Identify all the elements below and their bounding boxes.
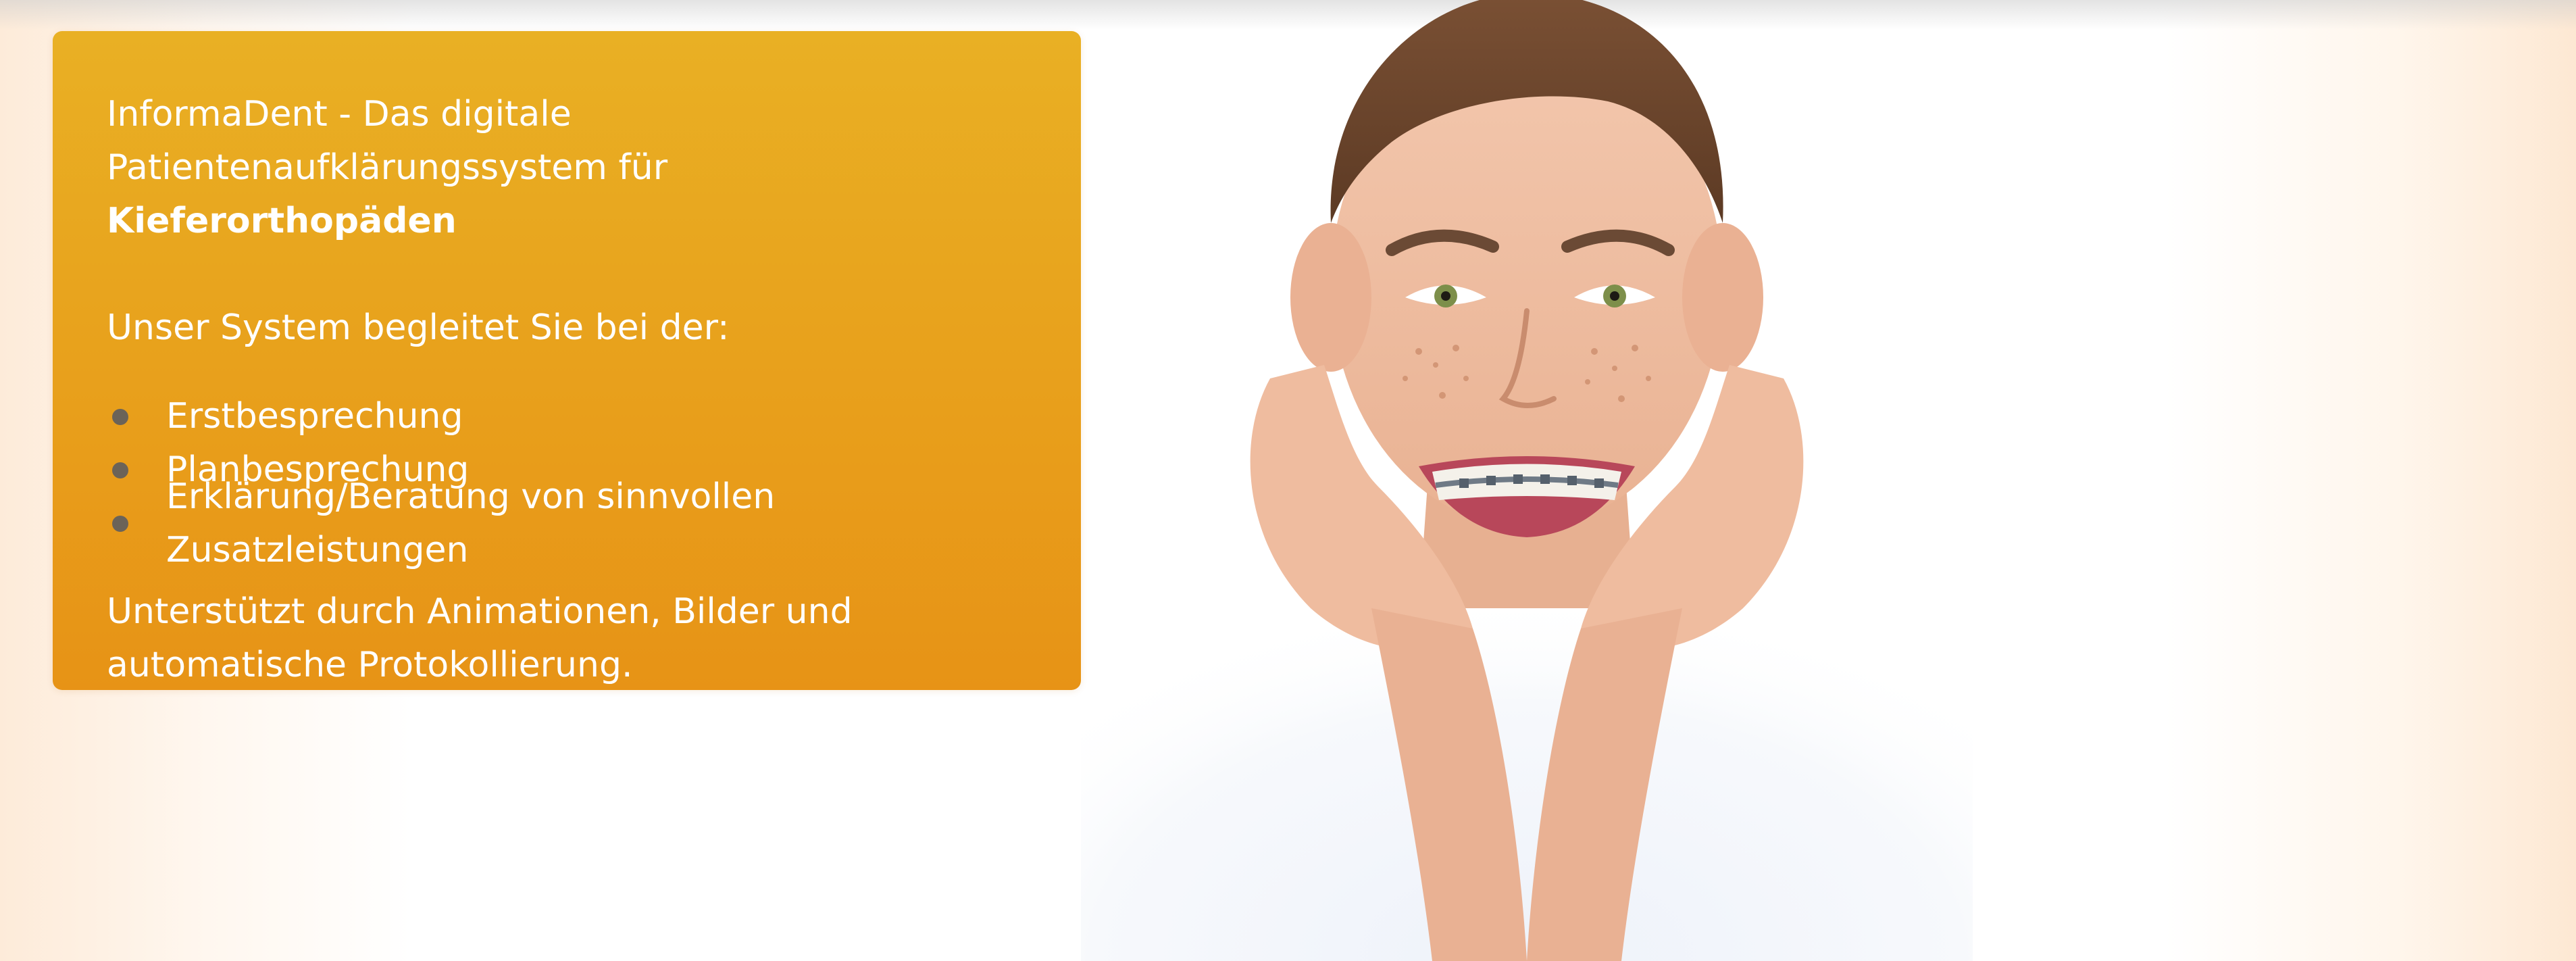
intro-highlight: Kieferorthopäden xyxy=(107,201,457,241)
list-item: Erklärung/Beratung von sinnvollen Zusatz… xyxy=(107,476,1027,570)
intro-text: InformaDent - Das digitale Patientenaufk… xyxy=(107,88,1027,248)
feature-list: Erstbesprechung Planbesprechung Erklärun… xyxy=(107,390,1027,570)
outro-line-1: Unterstützt durch Animationen, Bilder un… xyxy=(107,591,853,632)
lead-text: Unser System begleitet Sie bei der: xyxy=(107,307,730,348)
bullet-icon xyxy=(112,515,128,532)
bullet-icon xyxy=(112,408,128,425)
info-card: InformaDent - Das digitale Patientenaufk… xyxy=(53,31,1081,690)
bullet-icon xyxy=(112,462,128,478)
feature-label: Erstbesprechung xyxy=(166,396,463,437)
feature-label: Erklärung/Beratung von sinnvollen Zusatz… xyxy=(166,476,776,570)
intro-line-2: Patientenaufklärungssystem für xyxy=(107,147,668,188)
outro-line-2: automatische Protokollierung. xyxy=(107,645,633,685)
list-item: Erstbesprechung xyxy=(107,390,1027,443)
outro-text: Unterstützt durch Animationen, Bilder un… xyxy=(107,585,1027,692)
hero-image-boy-with-braces xyxy=(1081,0,1973,961)
intro-line-1: InformaDent - Das digitale xyxy=(107,94,572,134)
hero-banner: InformaDent - Das digitale Patientenaufk… xyxy=(0,0,2576,961)
